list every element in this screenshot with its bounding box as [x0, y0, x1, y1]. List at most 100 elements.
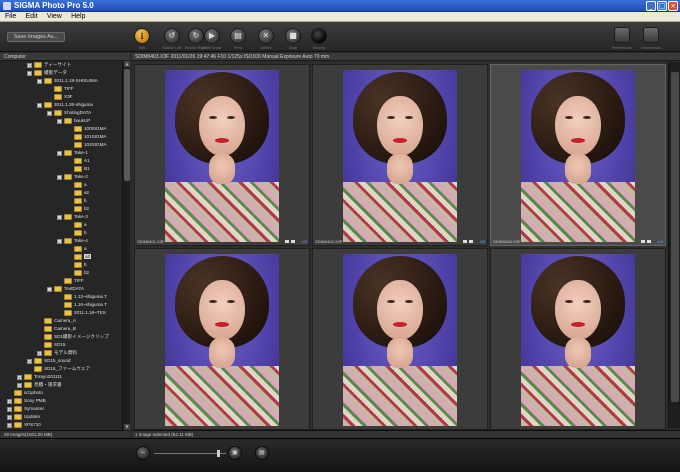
expand-icon[interactable]: +: [7, 422, 12, 428]
collapse-icon[interactable]: -: [57, 118, 62, 124]
tree-item[interactable]: - TextDATA: [47, 285, 84, 293]
tree-item[interactable]: + Sony PMB: [7, 397, 46, 405]
menu-help[interactable]: Help: [71, 12, 85, 22]
collapse-icon[interactable]: -: [27, 70, 32, 76]
tree-item[interactable]: - baukUP: [57, 117, 90, 125]
thumbnail-cell[interactable]: [134, 248, 310, 430]
tree-item[interactable]: b: [67, 197, 87, 205]
expand-icon[interactable]: +: [17, 382, 22, 388]
tree-item[interactable]: B1: [67, 165, 90, 173]
tree-item[interactable]: a2: [67, 253, 92, 261]
tree-item[interactable]: - Take-2: [57, 173, 88, 181]
thumbnail-cell[interactable]: [490, 248, 666, 430]
tree-item[interactable]: - 撮影データ: [27, 69, 67, 77]
tree-item[interactable]: 101SIGMA: [67, 133, 106, 141]
folder-tree-scrollbar[interactable]: ▲ ▼: [122, 61, 130, 430]
expand-icon[interactable]: +: [37, 350, 42, 356]
maximize-button[interactable]: □: [657, 1, 667, 11]
tree-item[interactable]: 1.16~shiguma T: [57, 301, 107, 309]
photo-thumbnail[interactable]: [521, 70, 635, 242]
photo-thumbnail[interactable]: [165, 70, 279, 242]
print-button[interactable]: ▤: [230, 28, 246, 44]
menu-view[interactable]: View: [47, 12, 62, 22]
collapse-icon[interactable]: -: [57, 150, 62, 156]
scroll-up-arrow-icon[interactable]: ▲: [124, 61, 130, 67]
zoom-in-button[interactable]: ▣: [228, 446, 242, 460]
tree-item[interactable]: + 見積・請求書: [17, 381, 62, 389]
tree-item[interactable]: + SD15_sound: [27, 357, 71, 365]
tree-item[interactable]: Camera_B: [37, 325, 76, 333]
tree-item[interactable]: + Torayo201111: [17, 373, 62, 381]
tree-item[interactable]: 100SIGMA: [67, 125, 106, 133]
tree-item[interactable]: A1: [67, 157, 90, 165]
thumbnail-grid-scrollbar[interactable]: [668, 62, 680, 428]
thumbnail-cell[interactable]: [312, 248, 488, 430]
tree-item[interactable]: - 2011.1.26-shiguma: [37, 101, 93, 109]
tree-item[interactable]: + モデル資料: [37, 349, 77, 357]
thumbnail-size-slider-handle[interactable]: [217, 450, 220, 457]
tree-item[interactable]: sd1photo: [7, 389, 43, 397]
tree-item[interactable]: 102SIGMA: [67, 141, 106, 149]
tree-item[interactable]: a2: [67, 189, 89, 197]
tree-item[interactable]: Camera_A: [37, 317, 76, 325]
menu-edit[interactable]: Edit: [26, 12, 38, 22]
tree-item[interactable]: a: [67, 221, 87, 229]
tree-item[interactable]: a: [67, 181, 87, 189]
expand-icon[interactable]: +: [27, 358, 32, 364]
tree-item[interactable]: + Updater: [7, 413, 40, 421]
tree-item[interactable]: - Take-3: [57, 213, 88, 221]
info-button[interactable]: i: [134, 28, 150, 44]
thumbnail-cell[interactable]: SDIM0402.X3F x3f: [312, 64, 488, 246]
save-images-as-button[interactable]: Save Images As...: [7, 32, 65, 42]
tree-item[interactable]: 1.13~shiguma T: [57, 293, 107, 301]
thumbnail-cell[interactable]: SDIM0401.X3F x3f: [134, 64, 310, 246]
expand-icon[interactable]: +: [27, 62, 32, 68]
stop-button[interactable]: ■: [285, 28, 301, 44]
tree-item[interactable]: + Symantec: [7, 405, 44, 413]
thumbnail-cell[interactable]: SDIM0403.X3F x3f: [490, 64, 666, 246]
expand-icon[interactable]: +: [7, 398, 12, 404]
thumbnail-size-slider[interactable]: [154, 453, 226, 454]
delete-button[interactable]: ✕: [258, 28, 274, 44]
close-button[interactable]: ×: [668, 1, 678, 11]
tree-item[interactable]: b: [67, 261, 87, 269]
collapse-icon[interactable]: -: [47, 110, 52, 116]
collapse-icon[interactable]: -: [37, 102, 42, 108]
tree-item[interactable]: b: [67, 229, 87, 237]
tree-item[interactable]: + XPS710: [7, 421, 41, 429]
zoom-out-button[interactable]: −: [136, 446, 150, 460]
collapse-icon[interactable]: -: [57, 174, 62, 180]
tree-item[interactable]: SD15: [37, 341, 66, 349]
tree-item[interactable]: b2: [67, 269, 89, 277]
rotate-right-button[interactable]: ↻: [188, 28, 204, 44]
view-mode-button[interactable]: ▤: [255, 446, 269, 460]
photo-thumbnail[interactable]: [165, 254, 279, 426]
tree-item[interactable]: TIFF: [57, 277, 84, 285]
scrollbar-thumb[interactable]: [671, 72, 679, 402]
expand-icon[interactable]: +: [7, 414, 12, 420]
information-button[interactable]: [643, 27, 659, 43]
tree-item[interactable]: TIFF: [47, 85, 74, 93]
photo-thumbnail[interactable]: [343, 70, 457, 242]
slideshow-button[interactable]: ▶: [204, 28, 220, 44]
rotate-left-button[interactable]: ↺: [164, 28, 180, 44]
tree-item[interactable]: X3F: [47, 93, 72, 101]
tree-item[interactable]: - 2011.1.19-SHISUIMA: [37, 77, 98, 85]
collapse-icon[interactable]: -: [37, 78, 42, 84]
review-button[interactable]: [311, 28, 327, 44]
tree-item[interactable]: 2011.1.18~TES: [57, 309, 106, 317]
scrollbar-thumb[interactable]: [124, 69, 130, 181]
photo-thumbnail[interactable]: [343, 254, 457, 426]
tree-item[interactable]: - Take-4: [57, 237, 88, 245]
tree-item[interactable]: SD1撮影イメージクリップ: [37, 333, 109, 341]
preferences-button[interactable]: [614, 27, 630, 43]
tree-item[interactable]: - ShotingDATA: [47, 109, 91, 117]
collapse-icon[interactable]: -: [47, 286, 52, 292]
tree-item[interactable]: + ティーサイト: [27, 61, 71, 69]
expand-icon[interactable]: +: [17, 374, 22, 380]
collapse-icon[interactable]: -: [57, 214, 62, 220]
photo-thumbnail[interactable]: [521, 254, 635, 426]
expand-icon[interactable]: +: [7, 406, 12, 412]
tree-item[interactable]: a: [67, 245, 87, 253]
tree-item[interactable]: b2: [67, 205, 89, 213]
